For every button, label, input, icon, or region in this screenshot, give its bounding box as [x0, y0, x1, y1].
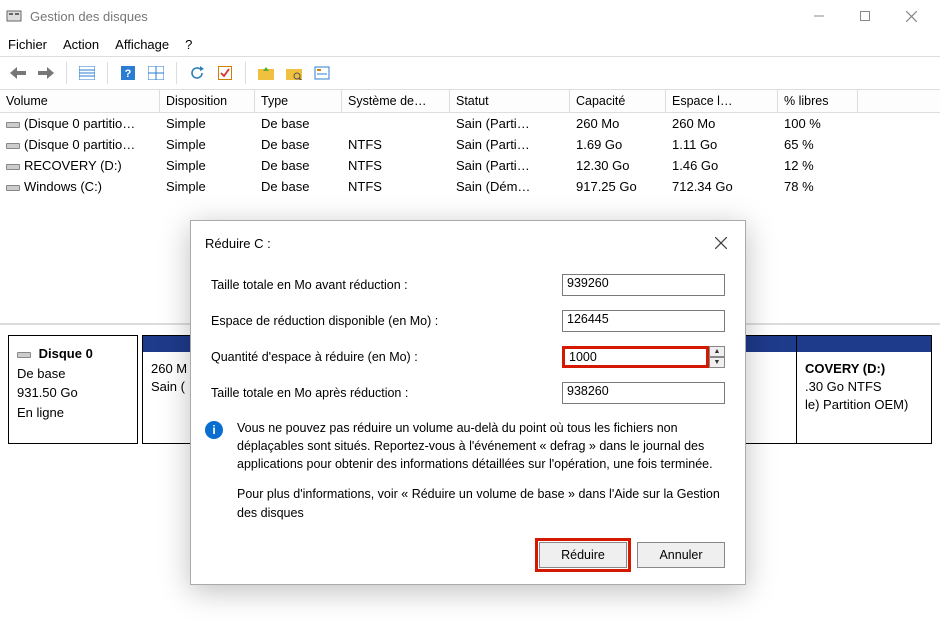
disk-summary[interactable]: Disque 0 De base 931.50 Go En ligne [8, 335, 138, 444]
table-view-icon[interactable] [75, 61, 99, 85]
volume-icon [6, 120, 20, 130]
info-text-2: Pour plus d'informations, voir « Réduire… [237, 485, 725, 521]
grid-view-icon[interactable] [144, 61, 168, 85]
table-row[interactable]: RECOVERY (D:)SimpleDe baseNTFSSain (Part… [0, 155, 940, 176]
disk-size: 931.50 Go [17, 385, 78, 400]
volume-icon [6, 141, 20, 151]
label-total-after: Taille totale en Mo après réduction : [211, 386, 562, 400]
back-button[interactable] [6, 61, 30, 85]
help-icon[interactable]: ? [116, 61, 140, 85]
disk-management-icon [6, 8, 22, 24]
spin-up-button[interactable]: ▲ [709, 346, 725, 357]
close-button[interactable] [888, 1, 934, 31]
check-icon[interactable] [213, 61, 237, 85]
info-icon: i [205, 421, 223, 439]
col-status[interactable]: Statut [450, 90, 570, 112]
label-available: Espace de réduction disponible (en Mo) : [211, 314, 562, 328]
table-header: Volume Disposition Type Système de… Stat… [0, 90, 940, 113]
table-row[interactable]: (Disque 0 partitio…SimpleDe baseNTFSSain… [0, 134, 940, 155]
properties-icon[interactable] [310, 61, 334, 85]
col-volume[interactable]: Volume [0, 90, 160, 112]
shrink-dialog: Réduire C : Taille totale en Mo avant ré… [190, 220, 746, 585]
cancel-button[interactable]: Annuler [637, 542, 725, 568]
col-capacity[interactable]: Capacité [570, 90, 666, 112]
shrink-button[interactable]: Réduire [539, 542, 627, 568]
disk-name: Disque 0 [39, 346, 93, 361]
minimize-button[interactable] [796, 1, 842, 31]
col-fs[interactable]: Système de… [342, 90, 450, 112]
disk-status: En ligne [17, 405, 64, 420]
table-row[interactable]: Windows (C:)SimpleDe baseNTFSSain (Dém…9… [0, 176, 940, 197]
col-layout[interactable]: Disposition [160, 90, 255, 112]
volume-icon [6, 183, 20, 193]
menubar: Fichier Action Affichage ? [0, 32, 940, 56]
toolbar: ? [0, 56, 940, 90]
menu-action[interactable]: Action [63, 37, 99, 52]
spin-down-button[interactable]: ▼ [709, 357, 725, 368]
window-title: Gestion des disques [30, 9, 148, 24]
folder-search-icon[interactable] [282, 61, 306, 85]
col-type[interactable]: Type [255, 90, 342, 112]
table-row[interactable]: (Disque 0 partitio…SimpleDe baseSain (Pa… [0, 113, 940, 134]
value-total-after: 938260 [562, 382, 725, 404]
dialog-title: Réduire C : [205, 236, 271, 251]
segment-title: COVERY (D:) [805, 361, 885, 376]
col-free[interactable]: Espace l… [666, 90, 778, 112]
menu-file[interactable]: Fichier [8, 37, 47, 52]
menu-view[interactable]: Affichage [115, 37, 169, 52]
col-pct[interactable]: % libres [778, 90, 858, 112]
shrink-amount-input[interactable] [562, 346, 709, 368]
partition-segment-recovery[interactable]: COVERY (D:) .30 Go NTFS le) Partition OE… [797, 335, 932, 444]
disk-icon [17, 350, 31, 360]
disk-type: De base [17, 366, 65, 381]
maximize-button[interactable] [842, 1, 888, 31]
label-amount: Quantité d'espace à réduire (en Mo) : [211, 350, 562, 364]
dialog-close-button[interactable] [709, 231, 733, 255]
volume-icon [6, 162, 20, 172]
forward-button[interactable] [34, 61, 58, 85]
value-available: 126445 [562, 310, 725, 332]
label-total-before: Taille totale en Mo avant réduction : [211, 278, 562, 292]
menu-help[interactable]: ? [185, 37, 192, 52]
info-text-1: Vous ne pouvez pas réduire un volume au-… [237, 419, 725, 473]
svg-text:?: ? [125, 68, 132, 80]
refresh-icon[interactable] [185, 61, 209, 85]
value-total-before: 939260 [562, 274, 725, 296]
titlebar: Gestion des disques [0, 0, 940, 32]
folder-up-icon[interactable] [254, 61, 278, 85]
